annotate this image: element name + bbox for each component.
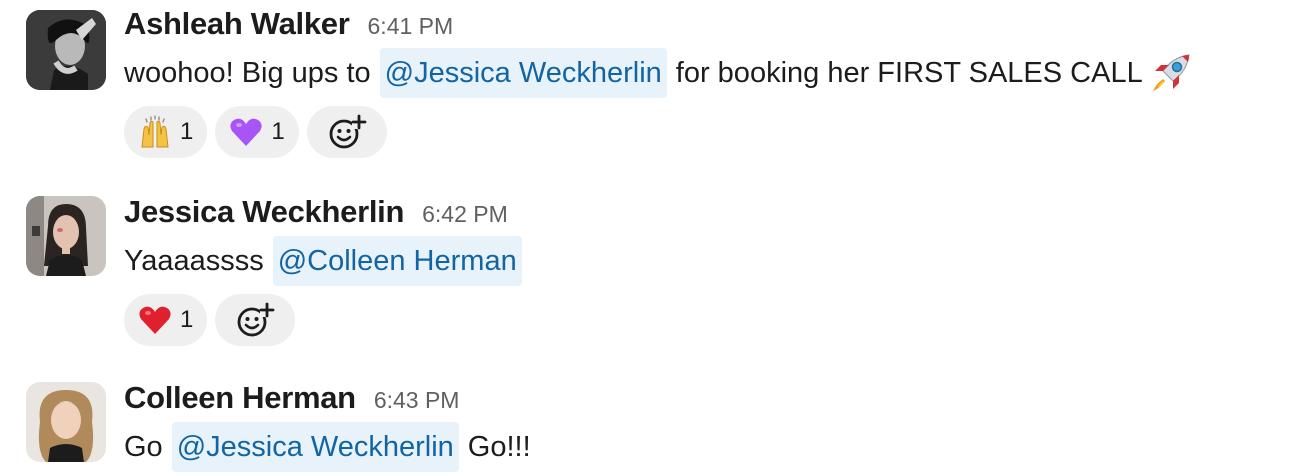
author-name[interactable]: Ashleah Walker [124, 6, 350, 42]
reaction-raising-hands[interactable]: 1 [124, 106, 208, 158]
author-name[interactable]: Jessica Weckherlin [124, 194, 404, 230]
message-body: woohoo! Big ups to @Jessica Weckherlin f… [124, 48, 1193, 98]
avatar-image-ashleah [26, 10, 106, 90]
purple-heart-icon [229, 115, 263, 149]
timestamp[interactable]: 6:43 PM [374, 387, 460, 414]
reactions-bar: 1 1 [124, 106, 387, 158]
user-mention[interactable]: @Jessica Weckherlin [171, 422, 459, 472]
reaction-count: 1 [180, 118, 194, 145]
avatar-image-jessica [26, 196, 106, 276]
add-reaction-button[interactable] [215, 294, 296, 346]
user-mention[interactable]: @Colleen Herman [272, 236, 522, 286]
message-text: Yaaaassss [124, 245, 264, 277]
avatar-image-colleen [26, 382, 106, 462]
message-header: Colleen Herman 6:43 PM [124, 380, 459, 416]
message-text: woohoo! Big ups to [124, 57, 371, 89]
avatar[interactable] [26, 382, 106, 462]
reaction-purple-heart[interactable]: 1 [215, 106, 299, 158]
add-reaction-button[interactable] [306, 106, 387, 158]
reaction-count: 1 [271, 118, 285, 145]
add-emoji-icon [329, 114, 367, 149]
raising-hands-icon [138, 115, 172, 149]
rocket-icon [1149, 51, 1193, 95]
timestamp[interactable]: 6:41 PM [368, 13, 454, 40]
message-header: Jessica Weckherlin 6:42 PM [124, 194, 508, 230]
reactions-bar: 1 [124, 294, 296, 346]
message-header: Ashleah Walker 6:41 PM [124, 6, 453, 42]
add-emoji-icon [237, 302, 275, 337]
red-heart-icon [138, 303, 172, 337]
avatar[interactable] [26, 10, 106, 90]
message-text: Go!!! [467, 431, 531, 463]
timestamp[interactable]: 6:42 PM [422, 201, 508, 228]
reaction-red-heart[interactable]: 1 [124, 294, 208, 346]
message-text: Go [124, 431, 163, 463]
avatar[interactable] [26, 196, 106, 276]
author-name[interactable]: Colleen Herman [124, 380, 356, 416]
message-text: for booking her FIRST SALES CALL [675, 57, 1143, 89]
user-mention[interactable]: @Jessica Weckherlin [379, 48, 667, 98]
message-body: Yaaaassss @Colleen Herman [124, 236, 522, 286]
message-body: Go @Jessica Weckherlin Go!!! [124, 422, 531, 472]
reaction-count: 1 [180, 306, 194, 333]
